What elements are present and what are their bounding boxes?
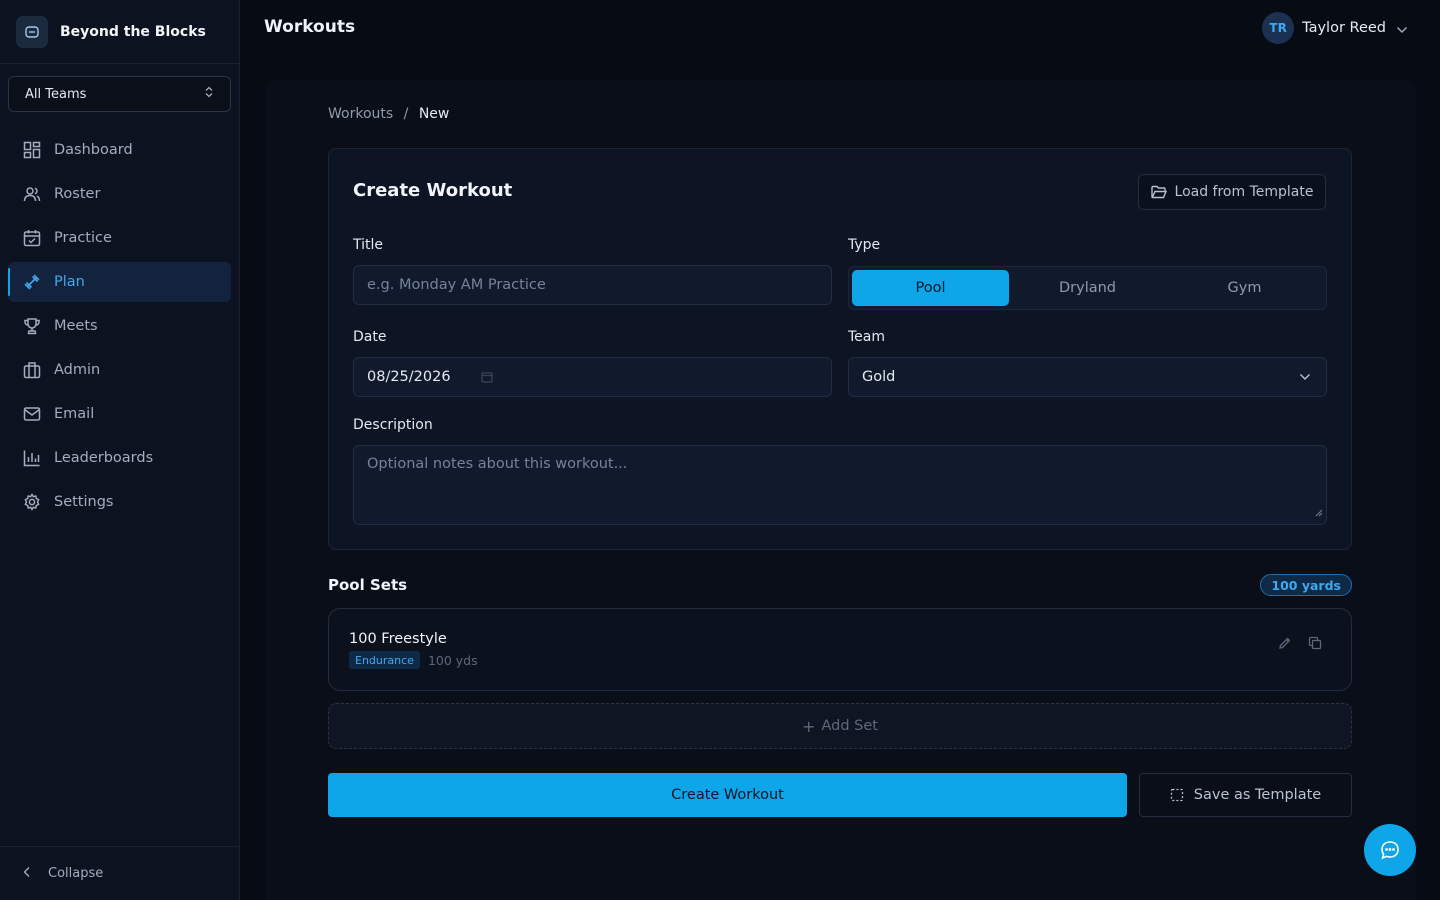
save-as-template-button[interactable]: Save as Template xyxy=(1139,773,1352,817)
sidebar-item-plan[interactable]: Plan xyxy=(8,262,231,302)
type-option-dryland[interactable]: Dryland xyxy=(1009,270,1166,306)
sidebar-item-email[interactable]: Email xyxy=(8,394,231,434)
description-textarea[interactable]: Optional notes about this workout... xyxy=(353,445,1327,525)
pool-set-card[interactable]: 100 Freestyle Endurance 100 yds xyxy=(328,608,1352,691)
collapse-label: Collapse xyxy=(48,866,104,881)
sidebar-item-label: Practice xyxy=(54,230,112,246)
dumbbell-icon xyxy=(22,272,42,292)
set-name: 100 Freestyle xyxy=(349,631,447,647)
add-set-button[interactable]: + Add Set xyxy=(328,703,1352,749)
description-label: Description xyxy=(353,417,433,433)
breadcrumb-parent[interactable]: Workouts xyxy=(328,106,393,122)
page-title: Workouts xyxy=(264,17,356,37)
pool-sets-title: Pool Sets xyxy=(328,576,408,594)
chevron-down-icon xyxy=(1396,19,1408,38)
sidebar: Beyond the Blocks All Teams Dashboard Ro… xyxy=(0,0,240,900)
chat-bubble-icon xyxy=(1379,839,1401,861)
title-label: Title xyxy=(353,237,384,253)
description-placeholder: Optional notes about this workout... xyxy=(367,456,628,472)
sidebar-item-label: Email xyxy=(54,406,95,422)
title-input[interactable]: e.g. Monday AM Practice xyxy=(353,265,832,305)
template-dashed-box-icon xyxy=(1170,788,1184,802)
team-selector-value: All Teams xyxy=(25,86,87,102)
brand[interactable]: Beyond the Blocks xyxy=(0,0,239,64)
sidebar-item-practice[interactable]: Practice xyxy=(8,218,231,258)
main-panel: Workouts / New Create Workout Load from … xyxy=(266,80,1416,900)
team-label: Team xyxy=(848,329,886,345)
breadcrumb: Workouts / New xyxy=(328,106,449,122)
sidebar-item-dashboard[interactable]: Dashboard xyxy=(8,130,231,170)
sidebar-item-roster[interactable]: Roster xyxy=(8,174,231,214)
gear-icon xyxy=(22,492,42,512)
users-icon xyxy=(22,184,42,204)
trophy-icon xyxy=(22,316,42,336)
date-value: 08/25/2026 xyxy=(367,369,451,385)
user-name: Taylor Reed xyxy=(1302,20,1386,36)
bar-chart-icon xyxy=(22,448,42,468)
team-select[interactable]: Gold xyxy=(848,357,1327,397)
set-meta: Endurance 100 yds xyxy=(349,651,478,669)
sidebar-item-label: Dashboard xyxy=(54,142,133,158)
type-option-pool[interactable]: Pool xyxy=(852,270,1009,306)
load-from-template-button[interactable]: Load from Template xyxy=(1138,174,1326,210)
form-title: Create Workout xyxy=(353,180,513,201)
calendar-icon[interactable] xyxy=(480,371,493,383)
sidebar-item-meets[interactable]: Meets xyxy=(8,306,231,346)
topbar: Workouts TR Taylor Reed xyxy=(240,0,1440,56)
sidebar-item-label: Roster xyxy=(54,186,101,202)
type-option-gym[interactable]: Gym xyxy=(1166,270,1323,306)
collapse-button[interactable]: Collapse xyxy=(0,846,239,900)
plus-icon: + xyxy=(802,716,816,736)
type-label: Type xyxy=(848,237,881,253)
sidebar-nav: Dashboard Roster Practice Plan Meets Adm… xyxy=(8,130,231,526)
folder-open-icon xyxy=(1150,185,1167,199)
set-tag: Endurance xyxy=(349,651,420,669)
create-workout-button[interactable]: Create Workout xyxy=(328,773,1127,817)
building-icon xyxy=(22,360,42,380)
mail-icon xyxy=(22,404,42,424)
total-yards-badge: 100 yards xyxy=(1260,574,1352,596)
team-select-value: Gold xyxy=(862,369,896,385)
date-input[interactable]: 08/25/2026 xyxy=(353,357,832,397)
sidebar-item-label: Admin xyxy=(54,362,101,378)
breadcrumb-current: New xyxy=(418,106,450,122)
save-as-template-label: Save as Template xyxy=(1193,787,1322,803)
edit-pencil-icon[interactable] xyxy=(1275,633,1295,653)
sidebar-item-label: Meets xyxy=(54,318,98,334)
brand-name: Beyond the Blocks xyxy=(60,23,206,40)
app-logo-icon xyxy=(16,15,48,48)
sidebar-item-settings[interactable]: Settings xyxy=(8,482,231,522)
chat-button[interactable] xyxy=(1364,824,1416,876)
date-label: Date xyxy=(353,329,387,345)
sidebar-item-label: Settings xyxy=(54,494,114,510)
sidebar-item-label: Leaderboards xyxy=(54,450,154,466)
add-set-label: Add Set xyxy=(821,718,878,734)
sidebar-item-label: Plan xyxy=(54,274,85,290)
resize-handle-icon[interactable] xyxy=(1315,505,1323,521)
chevron-left-icon xyxy=(22,866,32,882)
avatar: TR xyxy=(1262,12,1295,44)
chevron-down-icon xyxy=(1299,373,1311,381)
workout-form-card: Create Workout Load from Template Title … xyxy=(328,148,1352,550)
set-actions xyxy=(1265,633,1325,653)
load-from-template-label: Load from Template xyxy=(1174,184,1314,200)
duplicate-icon[interactable] xyxy=(1305,633,1325,653)
chevron-up-down-icon xyxy=(204,86,214,102)
team-selector[interactable]: All Teams xyxy=(8,76,231,112)
user-menu[interactable]: TR Taylor Reed xyxy=(1262,12,1408,44)
type-segmented-control: Pool Dryland Gym xyxy=(848,266,1327,310)
set-distance: 100 yds xyxy=(427,652,478,668)
calendar-check-icon xyxy=(22,228,42,248)
breadcrumb-separator: / xyxy=(403,106,409,122)
sidebar-item-leaderboards[interactable]: Leaderboards xyxy=(8,438,231,478)
dashboard-icon xyxy=(22,140,42,160)
sidebar-item-admin[interactable]: Admin xyxy=(8,350,231,390)
